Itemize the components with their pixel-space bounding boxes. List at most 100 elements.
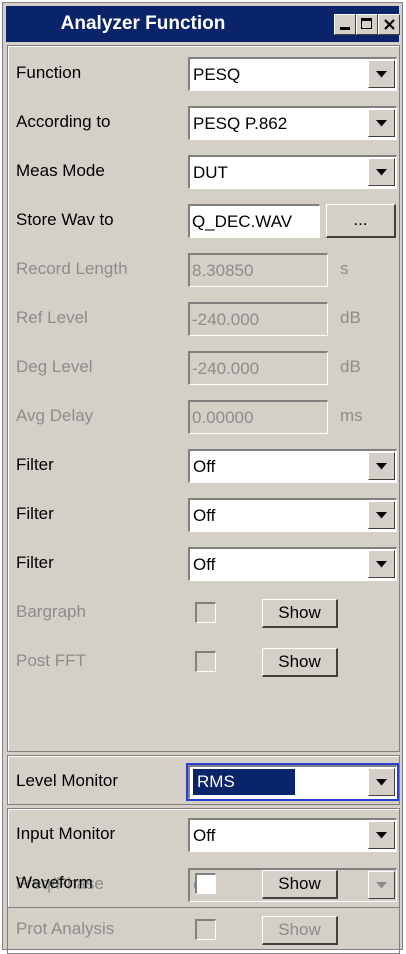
title-bar[interactable]: Analyzer Function (6, 6, 400, 42)
filter-label-3: Filter (16, 553, 54, 572)
function-value: PESQ (193, 65, 241, 84)
filter-label-2: Filter (16, 504, 54, 523)
analyzer-function-window: Analyzer Function Function PESQ Accordin… (2, 2, 403, 954)
waveform-show-button[interactable]: Show (262, 870, 338, 899)
meas-mode-dropdown-button[interactable] (368, 158, 395, 186)
filter-value-3: Off (193, 555, 216, 574)
filter-select-3[interactable]: Off (188, 547, 397, 581)
meas-mode-row: Meas Mode DUT (8, 146, 399, 196)
filter-row-2: Filter Off (8, 489, 399, 539)
chevron-down-icon (376, 779, 387, 786)
level-monitor-select[interactable]: RMS (186, 763, 399, 801)
filter-dropdown-button-1[interactable] (368, 452, 395, 480)
record-length-field: 8.30850 (188, 253, 328, 287)
window-title: Analyzer Function (60, 13, 226, 34)
according-to-label: According to (16, 112, 111, 131)
waveform-section: Waveform Show Prot Analysis Show (7, 858, 400, 954)
store-wav-value: Q_DEC.WAV (192, 212, 293, 231)
waveform-row: Waveform Show (8, 858, 399, 908)
meas-mode-label: Meas Mode (16, 161, 105, 180)
avg-delay-value: 0.00000 (192, 408, 254, 427)
store-wav-row: Store Wav to Q_DEC.WAV ... (8, 195, 399, 245)
maximize-button[interactable] (356, 14, 378, 35)
meas-mode-select[interactable]: DUT (188, 155, 397, 189)
ref-level-row: Ref Level -240.000 dB (8, 293, 399, 343)
filter-label-1: Filter (16, 455, 54, 474)
waveform-label: Waveform (16, 873, 93, 892)
input-monitor-dropdown-button[interactable] (368, 821, 395, 849)
function-select[interactable]: PESQ (188, 57, 397, 91)
close-button[interactable] (378, 14, 400, 35)
ref-level-field: -240.000 (188, 302, 328, 336)
filter-value-2: Off (193, 506, 216, 525)
level-monitor-label: Level Monitor (16, 771, 119, 790)
bargraph-show-button[interactable]: Show (262, 599, 338, 628)
avg-delay-label: Avg Delay (16, 406, 94, 425)
input-monitor-row: Input Monitor Off (8, 809, 399, 859)
according-to-row: According to PESQ P.862 (8, 97, 399, 147)
filter-select-2[interactable]: Off (188, 498, 397, 532)
chevron-down-icon (376, 120, 387, 127)
record-length-label: Record Length (16, 259, 128, 278)
level-monitor-row: Level Monitor RMS (8, 756, 399, 806)
deg-level-unit: dB (340, 357, 361, 376)
function-label: Function (16, 63, 82, 82)
chevron-down-icon (376, 169, 387, 176)
input-monitor-select[interactable]: Off (188, 818, 397, 852)
function-row: Function PESQ (8, 48, 399, 98)
deg-level-label: Deg Level (16, 357, 93, 376)
filter-row-3: Filter Off (8, 538, 399, 588)
prot-analysis-show-button: Show (262, 916, 338, 945)
chevron-down-icon (376, 832, 387, 839)
level-monitor-value: RMS (193, 769, 295, 795)
chevron-down-icon (376, 463, 387, 470)
filter-dropdown-button-3[interactable] (368, 550, 395, 578)
minimize-icon (340, 27, 350, 30)
waveform-checkbox[interactable] (195, 873, 216, 894)
post-fft-row: Post FFT Show (8, 636, 399, 686)
level-monitor-dropdown-button[interactable] (368, 768, 395, 796)
according-to-select[interactable]: PESQ P.862 (188, 106, 397, 140)
input-monitor-label: Input Monitor (16, 824, 116, 843)
analyzer-settings-section: Function PESQ According to PESQ P.862 Me… (7, 45, 400, 752)
store-wav-label: Store Wav to (16, 210, 114, 229)
bargraph-label: Bargraph (16, 602, 86, 621)
ref-level-label: Ref Level (16, 308, 88, 327)
prot-analysis-row: Prot Analysis Show (8, 904, 399, 954)
post-fft-label: Post FFT (16, 651, 86, 670)
avg-delay-unit: ms (340, 406, 363, 425)
deg-level-field: -240.000 (188, 351, 328, 385)
close-icon (384, 19, 395, 30)
bargraph-row: Bargraph Show (8, 587, 399, 637)
filter-row-1: Filter Off (8, 440, 399, 490)
prot-analysis-label: Prot Analysis (16, 919, 115, 938)
chevron-down-icon (376, 561, 387, 568)
record-length-value: 8.30850 (192, 261, 254, 280)
input-monitor-value: Off (193, 826, 216, 845)
record-length-row: Record Length 8.30850 s (8, 244, 399, 294)
deg-level-value: -240.000 (192, 359, 260, 378)
ref-level-value: -240.000 (192, 310, 260, 329)
according-to-value: PESQ P.862 (193, 114, 288, 133)
bargraph-checkbox[interactable] (195, 602, 216, 623)
function-dropdown-button[interactable] (368, 60, 395, 88)
filter-dropdown-button-2[interactable] (368, 501, 395, 529)
filter-select-1[interactable]: Off (188, 449, 397, 483)
chevron-down-icon (376, 71, 387, 78)
post-fft-show-button[interactable]: Show (262, 648, 338, 677)
store-wav-input[interactable]: Q_DEC.WAV (188, 204, 320, 238)
avg-delay-row: Avg Delay 0.00000 ms (8, 391, 399, 441)
post-fft-checkbox[interactable] (195, 651, 216, 672)
according-to-dropdown-button[interactable] (368, 109, 395, 137)
meas-mode-value: DUT (193, 163, 228, 182)
chevron-down-icon (376, 512, 387, 519)
deg-level-row: Deg Level -240.000 dB (8, 342, 399, 392)
prot-analysis-checkbox (195, 919, 216, 940)
browse-button[interactable]: ... (326, 204, 396, 238)
ref-level-unit: dB (340, 308, 361, 327)
maximize-icon (361, 18, 372, 29)
minimize-button[interactable] (334, 14, 356, 35)
level-monitor-section: Level Monitor RMS (7, 755, 400, 805)
avg-delay-field: 0.00000 (188, 400, 328, 434)
filter-value-1: Off (193, 457, 216, 476)
